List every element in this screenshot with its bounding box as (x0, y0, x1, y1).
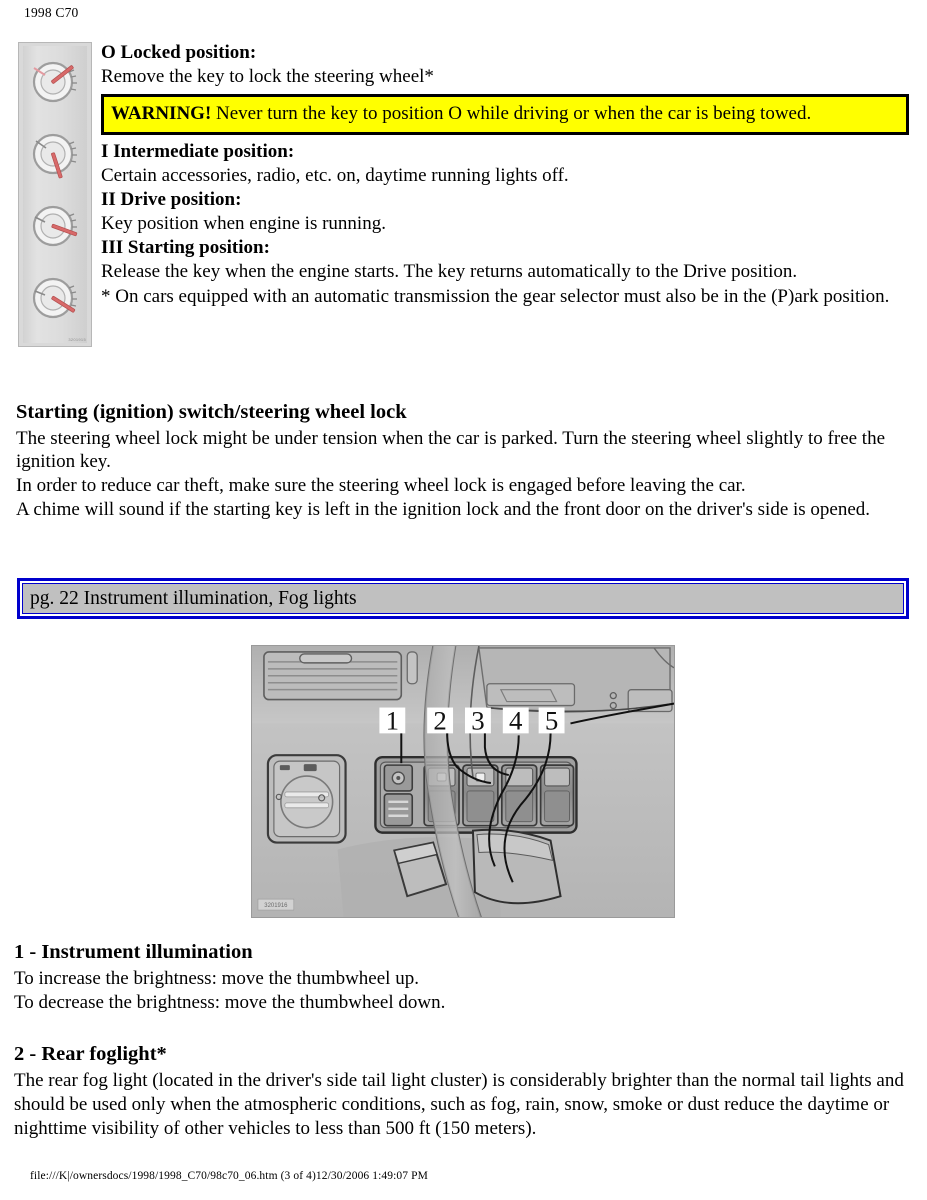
ignition-switch-paragraph-1: The steering wheel lock might be under t… (16, 427, 886, 473)
key-positions-footnote: * On cars equipped with an automatic tra… (101, 285, 890, 307)
intermediate-position-heading: I Intermediate position: (101, 140, 295, 162)
item-1-heading: 1 - Instrument illumination (14, 941, 253, 963)
svg-text:4: 4 (509, 705, 522, 735)
drive-position-text: Key position when engine is running. (101, 213, 386, 235)
locked-position-text: Remove the key to lock the steering whee… (101, 66, 434, 88)
warning-box: WARNING! Never turn the key to position … (101, 93, 909, 135)
warning-text: WARNING! Never turn the key to position … (111, 102, 899, 126)
section-bar-label: pg. 22 Instrument illumination, Fog ligh… (30, 587, 357, 609)
dashboard-switch-panel-photo: 1 2 3 4 5 3201916 (251, 645, 675, 918)
switch-descriptions: 1 - Instrument illumination To increase … (14, 940, 912, 1141)
item-2-heading: 2 - Rear foglight* (14, 1043, 167, 1066)
svg-text:3: 3 (471, 705, 484, 735)
dashboard-photo-svg: 1 2 3 4 5 3201916 (252, 646, 674, 917)
ignition-switch-section: Starting (ignition) switch/steering whee… (16, 400, 912, 522)
warning-label: WARNING! (111, 102, 212, 124)
item-1-line-1: To increase the brightness: move the thu… (14, 967, 419, 989)
section-navigation-bar[interactable]: pg. 22 Instrument illumination, Fog ligh… (17, 578, 909, 619)
item-1-line-2: To decrease the brightness: move the thu… (14, 991, 446, 1013)
svg-text:1: 1 (386, 705, 399, 735)
locked-position-heading: O Locked position: (101, 42, 257, 63)
starting-position-text: Release the key when the engine starts. … (101, 261, 798, 283)
ignition-icon-intermediate (32, 133, 77, 179)
figure-code-label: 3201915 (68, 337, 86, 342)
svg-text:2: 2 (433, 705, 446, 735)
ignition-key-positions-figure: 3201915 (18, 42, 92, 347)
item-2-line-1: The rear fog light (located in the drive… (14, 1070, 904, 1139)
ignition-switch-heading: Starting (ignition) switch/steering whee… (16, 401, 407, 423)
intermediate-position-text: Certain accessories, radio, etc. on, day… (101, 165, 569, 187)
starting-position-heading: III Starting position: (101, 236, 270, 258)
ignition-icon-drive (32, 205, 78, 247)
svg-text:5: 5 (545, 705, 558, 735)
ignition-icon-locked (32, 61, 77, 103)
page-footer-path: file:///K|/ownersdocs/1998/1998_C70/98c7… (30, 1170, 428, 1182)
warning-body: Never turn the key to position O while d… (211, 102, 812, 124)
page-running-header: 1998 C70 (24, 5, 79, 20)
section-bar-inner: pg. 22 Instrument illumination, Fog ligh… (22, 583, 904, 614)
ignition-positions-block: 3201915 O Locked position: Remove the ke… (18, 42, 909, 347)
drive-position-heading: II Drive position: (101, 188, 242, 210)
key-positions-text: O Locked position: Remove the key to loc… (101, 42, 909, 308)
ignition-icon-starting (32, 277, 77, 319)
ignition-switch-paragraph-3: A chime will sound if the starting key i… (16, 498, 871, 520)
svg-text:3201916: 3201916 (264, 903, 288, 909)
ignition-switch-paragraph-2: In order to reduce car theft, make sure … (16, 475, 746, 497)
